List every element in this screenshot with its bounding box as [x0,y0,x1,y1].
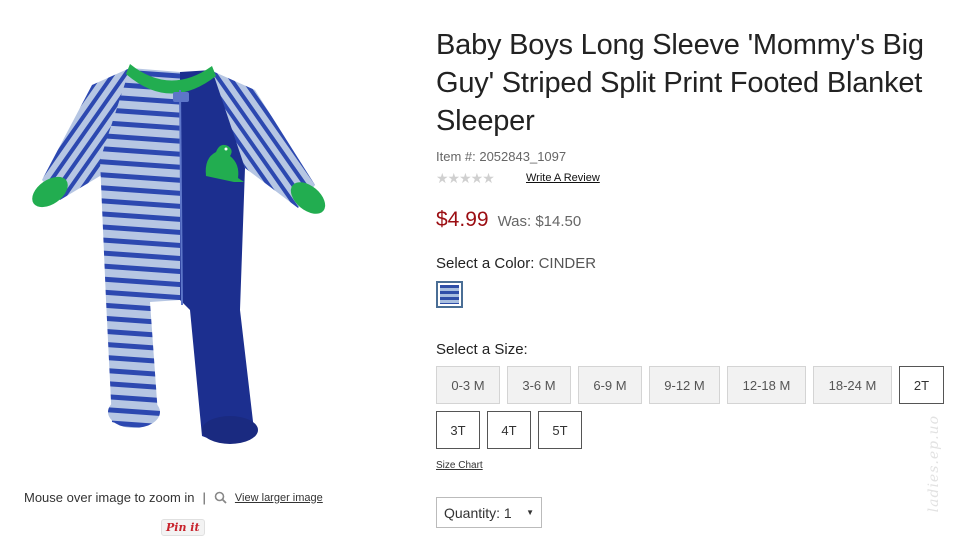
chevron-down-icon: ▼ [526,508,534,517]
product-image[interactable] [30,50,330,460]
separator: | [202,490,206,505]
color-value: CINDER [538,255,597,272]
review-row: ★★★★★ Write A Review [436,170,946,186]
color-label-row: Select a Color: CINDER [436,255,946,272]
quantity-select[interactable]: Quantity: 1 ▼ [436,497,542,528]
size-chart-link[interactable]: Size Chart [436,460,483,471]
size-label: Select a Size: [436,341,528,358]
size-option-18-24m[interactable]: 18-24 M [813,366,892,404]
zoom-hint-text: Mouse over image to zoom in [24,490,195,505]
zoom-hint-row: Mouse over image to zoom in | View large… [24,490,323,505]
color-label: Select a Color: [436,255,535,272]
view-larger-image-link[interactable]: View larger image [235,492,323,504]
size-option-0-3m[interactable]: 0-3 M [436,366,500,404]
quantity-label-value: Quantity: 1 [444,505,512,521]
size-option-12-18m[interactable]: 12-18 M [727,366,806,404]
product-title: Baby Boys Long Sleeve 'Mommy's Big Guy' … [436,29,924,137]
size-option-6-9m[interactable]: 6-9 M [578,366,642,404]
quantity-label: Quantity: [444,504,501,521]
size-option-3t[interactable]: 3T [436,411,480,449]
magnifier-icon [214,491,227,504]
original-price: Was: $14.50 [497,213,582,230]
color-swatch-cinder[interactable] [436,281,463,308]
size-option-3-6m[interactable]: 3-6 M [507,366,571,404]
quantity-value: 1 [503,504,512,521]
write-review-link[interactable]: Write A Review [526,172,600,184]
size-option-4t[interactable]: 4T [487,411,531,449]
watermark: ladies.ep.uo [926,415,942,513]
size-options: 0-3 M 3-6 M 6-9 M 9-12 M 12-18 M 18-24 M… [436,366,955,449]
item-number: Item #: 2052843_1097 [436,149,567,164]
size-option-2t[interactable]: 2T [899,366,944,404]
rating-stars-icon: ★★★★★ [436,169,495,186]
sale-price: $4.99 [436,208,489,231]
striped-swatch-icon [440,285,459,304]
price-row: $4.99 Was: $14.50 [436,208,946,232]
pin-it-button[interactable]: Pin it [161,519,205,536]
product-details: Baby Boys Long Sleeve 'Mommy's Big Guy' … [436,26,946,528]
size-option-5t[interactable]: 5T [538,411,582,449]
size-option-9-12m[interactable]: 9-12 M [649,366,720,404]
